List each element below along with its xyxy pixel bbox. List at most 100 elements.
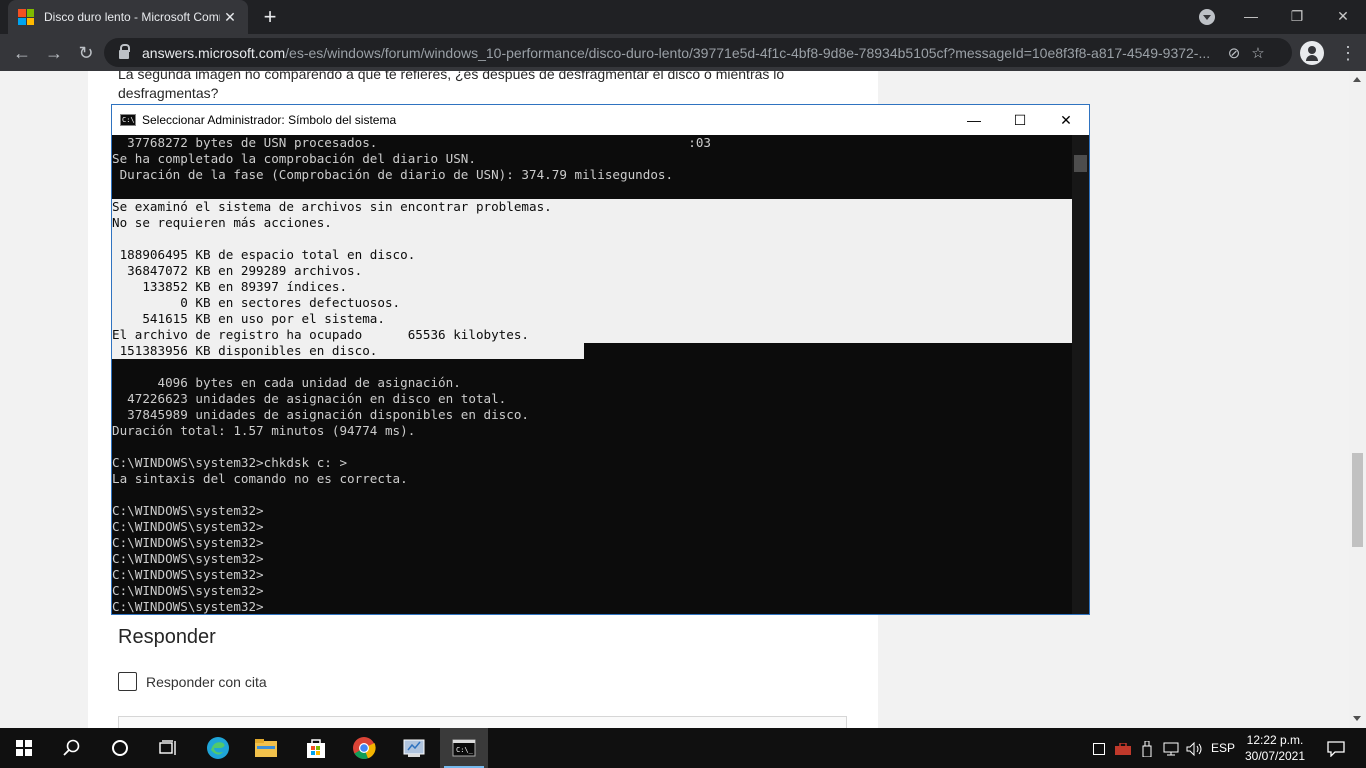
chrome-taskbar-button[interactable]: [340, 728, 388, 768]
tab-title: Disco duro lento - Microsoft Community: [44, 10, 220, 24]
clock-time: 12:22 p.m.: [1246, 733, 1304, 747]
console-line: C:\WINDOWS\system32>: [112, 535, 264, 550]
start-button[interactable]: [0, 728, 48, 768]
cmd-close-button[interactable]: ✕: [1043, 105, 1089, 135]
cmd-scrollbar-thumb[interactable]: [1074, 155, 1087, 172]
console-line: 151383956 KB disponibles en disco.: [112, 343, 378, 358]
cmd-scrollbar[interactable]: [1072, 135, 1089, 614]
tray-window-icon[interactable]: [1090, 728, 1108, 768]
url-text[interactable]: answers.microsoft.com/es-es/windows/foru…: [142, 45, 1222, 61]
console-line: C:\WINDOWS\system32>: [112, 599, 264, 614]
browser-menu-icon[interactable]: ⋮: [1338, 39, 1358, 67]
command-prompt-taskbar-button[interactable]: C:\_: [440, 728, 488, 768]
file-explorer-taskbar-button[interactable]: [242, 728, 290, 768]
cmd-title: Seleccionar Administrador: Símbolo del s…: [142, 113, 397, 127]
svg-text:C:\_: C:\_: [456, 746, 474, 754]
search-icon: [63, 739, 80, 756]
cortana-icon: [112, 740, 128, 756]
cmd-minimize-button[interactable]: —: [951, 105, 997, 135]
network-icon[interactable]: [1160, 728, 1182, 768]
tray-usb-icon[interactable]: [1138, 728, 1156, 768]
language-indicator[interactable]: ESP: [1210, 728, 1236, 768]
control-panel-icon: [403, 739, 425, 757]
cmd-app-icon: C:\: [120, 114, 136, 126]
browser-restore-button[interactable]: ❐: [1274, 0, 1320, 34]
store-bag-icon: [307, 739, 325, 758]
windows-logo-icon: [16, 740, 32, 756]
browser-tab[interactable]: Disco duro lento - Microsoft Community ✕: [8, 0, 248, 34]
console-line: C:\WINDOWS\system32>: [112, 583, 264, 598]
new-tab-button[interactable]: +: [258, 4, 282, 30]
cmd-taskbar-icon: C:\_: [452, 739, 476, 757]
quote-checkbox[interactable]: [118, 672, 137, 691]
microsoft-logo-icon: [18, 9, 34, 25]
console-line: C:\WINDOWS\system32>: [112, 551, 264, 566]
volume-icon[interactable]: [1184, 728, 1206, 768]
console-line: No se requieren más acciones.: [112, 215, 332, 230]
eye-off-icon[interactable]: ⊘: [1222, 44, 1246, 62]
scroll-up-arrow-icon[interactable]: [1353, 77, 1361, 82]
console-line: Se ha completado la comprobación del dia…: [112, 151, 476, 166]
console-text: 37768272 bytes de USN procesados. :03 Se …: [112, 135, 1072, 614]
store-taskbar-button[interactable]: [292, 728, 340, 768]
browser-minimize-button[interactable]: —: [1228, 0, 1274, 34]
cortana-button[interactable]: [96, 728, 144, 768]
console-line: 4096 bytes en cada unidad de asignación.: [112, 375, 461, 390]
console-output[interactable]: 37768272 bytes de USN procesados. :03 Se …: [112, 135, 1072, 614]
back-arrow-icon[interactable]: ←: [8, 39, 36, 67]
window-outline-icon: [1093, 743, 1105, 756]
search-button[interactable]: [48, 728, 96, 768]
control-panel-taskbar-button[interactable]: [390, 728, 438, 768]
task-view-button[interactable]: [144, 728, 192, 768]
browser-toolbar: ← → ↻ answers.microsoft.com/es-es/window…: [0, 34, 1366, 71]
command-prompt-window[interactable]: C:\ Seleccionar Administrador: Símbolo d…: [111, 104, 1090, 615]
profile-avatar-icon[interactable]: [1300, 41, 1324, 65]
cmd-maximize-button[interactable]: ☐: [997, 105, 1043, 135]
lock-icon[interactable]: [119, 44, 130, 59]
page-scrollbar-thumb[interactable]: [1352, 453, 1363, 547]
taskbar: C:\_ ESP 12:22 p.m. 30/07/2021: [0, 728, 1366, 768]
reply-editor-toolbar: [118, 716, 847, 728]
console-line: 133852 KB en 89397 índices.: [112, 279, 348, 294]
console-line: La sintaxis del comando no es correcta.: [112, 471, 408, 486]
console-line: C:\WINDOWS\system32>: [112, 519, 264, 534]
system-clock[interactable]: 12:22 p.m. 30/07/2021: [1240, 732, 1310, 764]
chrome-icon: [353, 737, 376, 760]
scroll-down-arrow-icon[interactable]: [1353, 716, 1361, 721]
console-line: 0 KB en sectores defectuosos.: [112, 295, 401, 310]
edge-taskbar-button[interactable]: [194, 728, 242, 768]
console-line: Duración total: 1.57 minutos (94774 ms).: [112, 423, 416, 438]
browser-close-button[interactable]: ✕: [1320, 0, 1366, 34]
address-bar[interactable]: answers.microsoft.com/es-es/windows/foru…: [104, 38, 1292, 67]
console-line: El archivo de registro ha ocupado 65536 …: [112, 327, 530, 342]
cmd-titlebar[interactable]: C:\ Seleccionar Administrador: Símbolo d…: [112, 105, 1089, 135]
console-line: 37768272 bytes de USN procesados. :03: [112, 135, 711, 150]
console-line: 36847072 KB en 299289 archivos.: [112, 263, 363, 278]
task-view-icon: [159, 740, 176, 755]
tab-search-icon[interactable]: [1199, 9, 1215, 25]
console-line: 541615 KB en uso por el sistema.: [112, 311, 385, 326]
bookmark-star-icon[interactable]: ☆: [1246, 44, 1270, 62]
console-line: C:\WINDOWS\system32>: [112, 503, 264, 518]
clock-date: 30/07/2021: [1244, 749, 1306, 763]
action-center-button[interactable]: [1318, 728, 1354, 768]
quote-checkbox-label[interactable]: Responder con cita: [146, 674, 267, 690]
reload-icon[interactable]: ↻: [72, 39, 100, 67]
usb-drive-icon: [1142, 740, 1152, 758]
console-line: Se examinó el sistema de archivos sin en…: [112, 199, 552, 214]
forward-arrow-icon[interactable]: →: [40, 39, 68, 67]
console-line: C:\WINDOWS\system32>chkdsk c: >: [112, 455, 348, 470]
question-text: La segunda imagen no comparendo a que te…: [118, 71, 785, 101]
notifications-icon: [1327, 741, 1345, 758]
console-line: C:\WINDOWS\system32>: [112, 567, 264, 582]
console-line: 37845989 unidades de asignación disponib…: [112, 407, 530, 422]
page-scrollbar[interactable]: [1349, 71, 1366, 728]
console-line: Duración de la fase (Comprobación de dia…: [112, 167, 674, 182]
tray-toolbox-icon[interactable]: [1112, 728, 1134, 768]
tab-close-icon[interactable]: ✕: [222, 9, 238, 26]
reply-heading: Responder: [118, 626, 216, 648]
red-case-icon: [1115, 742, 1131, 756]
